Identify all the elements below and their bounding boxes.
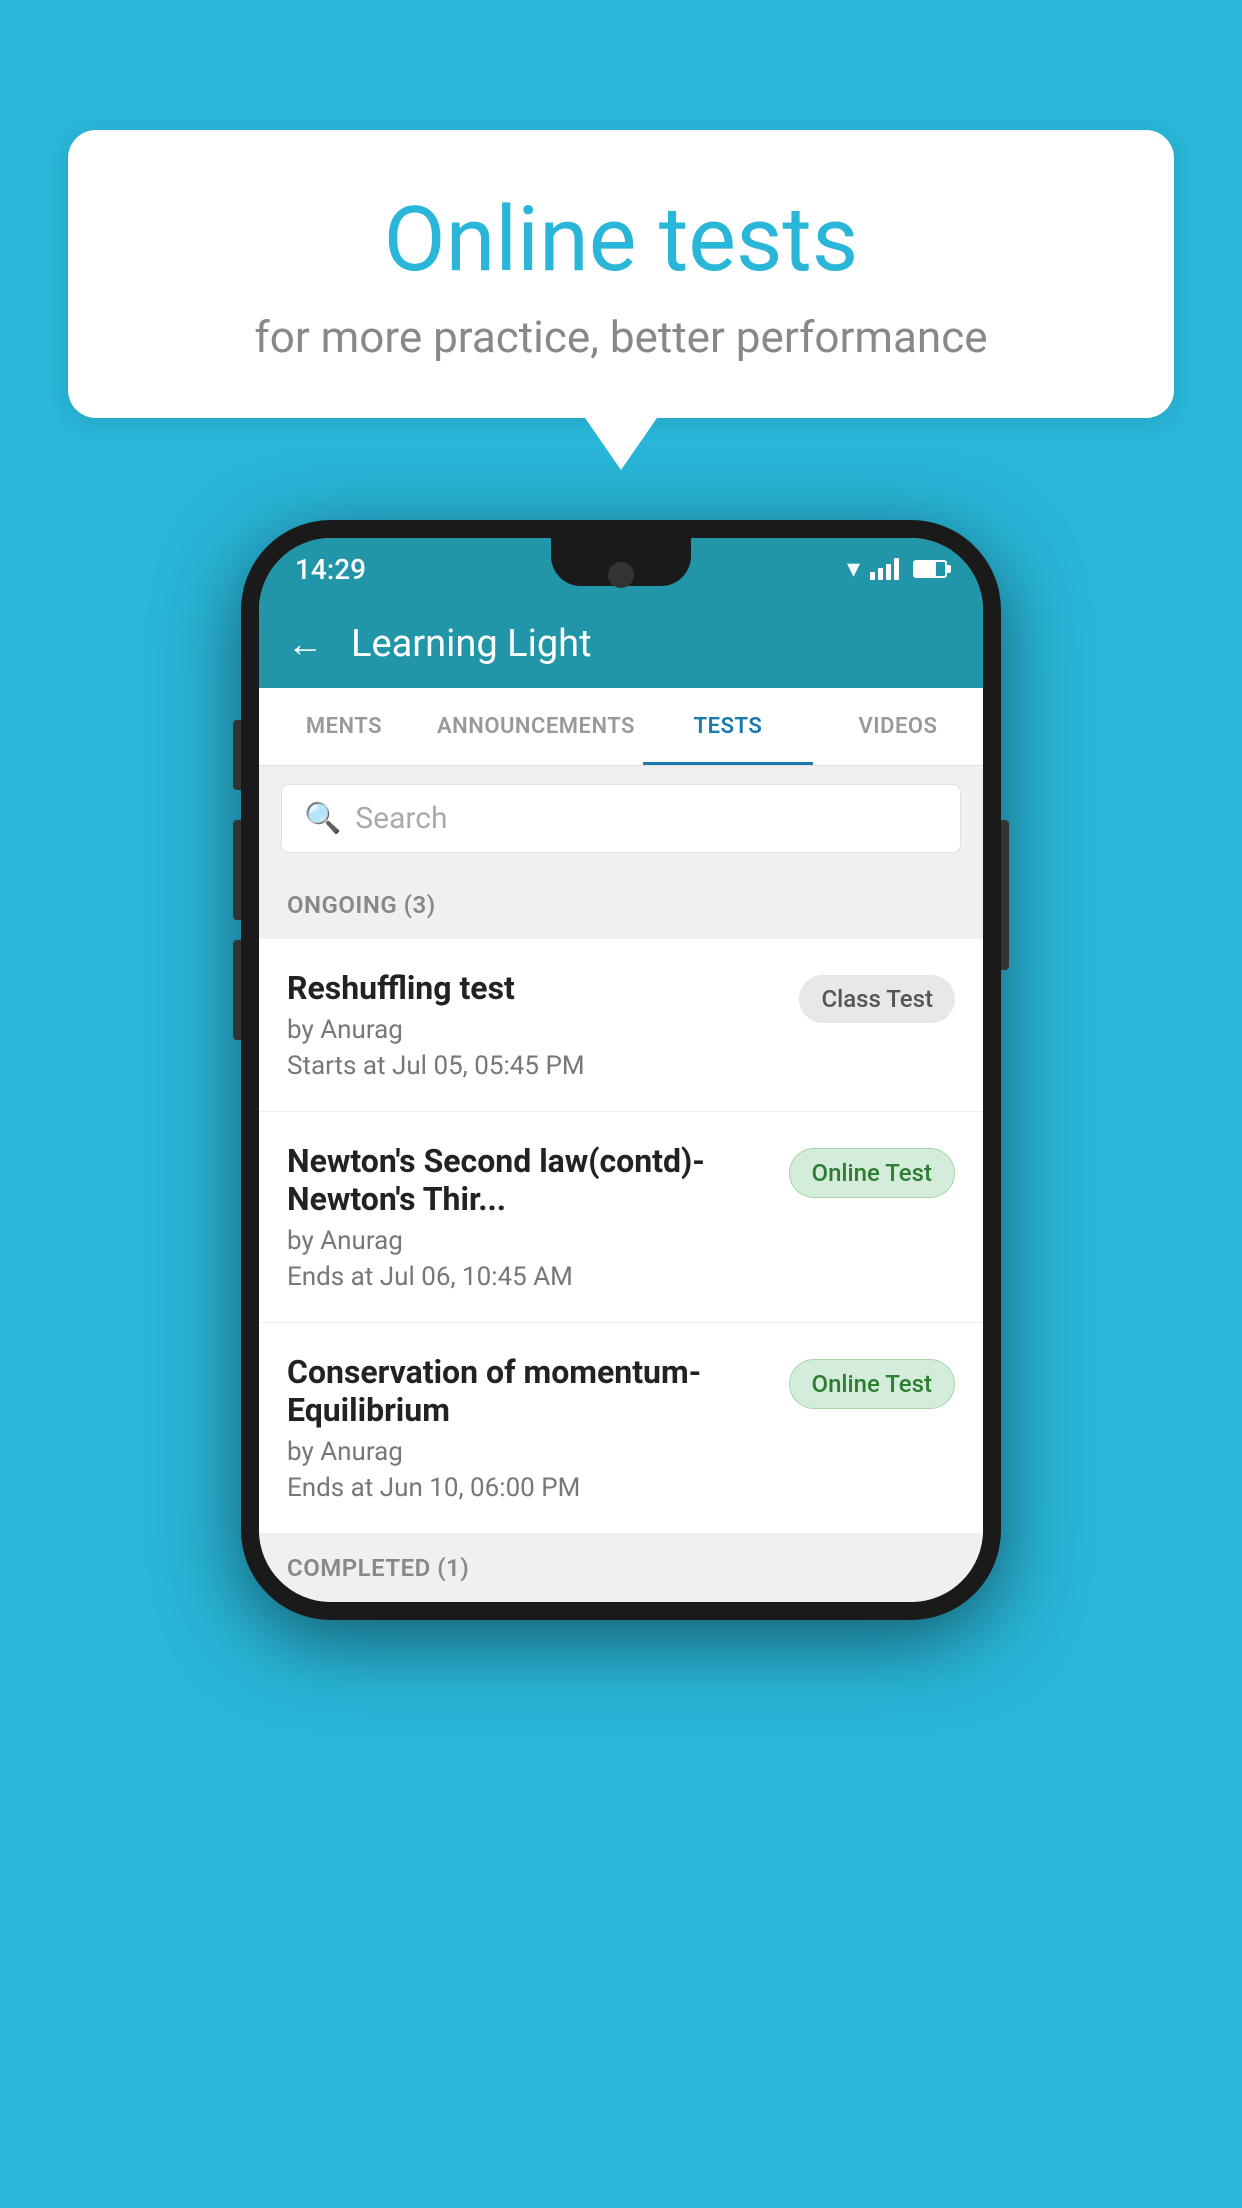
- test-date-reshuffling: Starts at Jul 05, 05:45 PM: [287, 1051, 779, 1081]
- phone-screen: 14:29 ▾: [259, 538, 983, 1602]
- test-badge-newtons: Online Test: [789, 1148, 955, 1198]
- volume-up-button: [233, 720, 241, 790]
- ongoing-section-header: ONGOING (3): [259, 871, 983, 939]
- search-box[interactable]: 🔍 Search: [281, 784, 961, 853]
- test-name-reshuffling: Reshuffling test: [287, 969, 779, 1007]
- phone-notch: [551, 538, 691, 586]
- test-item-conservation[interactable]: Conservation of momentum-Equilibrium by …: [259, 1323, 983, 1534]
- tests-list: Reshuffling test by Anurag Starts at Jul…: [259, 939, 983, 1534]
- test-info-conservation: Conservation of momentum-Equilibrium by …: [287, 1353, 769, 1503]
- test-info-reshuffling: Reshuffling test by Anurag Starts at Jul…: [287, 969, 779, 1081]
- test-name-newtons: Newton's Second law(contd)-Newton's Thir…: [287, 1142, 769, 1218]
- bubble-title: Online tests: [148, 190, 1094, 289]
- speech-bubble-container: Online tests for more practice, better p…: [68, 130, 1174, 418]
- search-icon: 🔍: [304, 801, 341, 836]
- back-button[interactable]: ←: [287, 623, 323, 665]
- test-badge-reshuffling: Class Test: [799, 975, 955, 1023]
- test-author-conservation: by Anurag: [287, 1437, 769, 1467]
- app-header: ← Learning Light: [259, 600, 983, 688]
- speech-bubble: Online tests for more practice, better p…: [68, 130, 1174, 418]
- power-button-left: [233, 940, 241, 1040]
- tab-videos[interactable]: VIDEOS: [813, 688, 983, 765]
- volume-down-button: [233, 820, 241, 920]
- tab-tests[interactable]: TESTS: [643, 688, 813, 765]
- completed-section-header: COMPLETED (1): [259, 1534, 983, 1602]
- test-date-conservation: Ends at Jun 10, 06:00 PM: [287, 1473, 769, 1503]
- app-title: Learning Light: [351, 622, 592, 666]
- tab-ments[interactable]: MENTS: [259, 688, 429, 765]
- front-camera: [608, 562, 634, 588]
- test-item-newtons[interactable]: Newton's Second law(contd)-Newton's Thir…: [259, 1112, 983, 1323]
- tab-announcements[interactable]: ANNOUNCEMENTS: [429, 688, 643, 765]
- phone-mockup: 14:29 ▾: [241, 520, 1001, 1620]
- test-name-conservation: Conservation of momentum-Equilibrium: [287, 1353, 769, 1429]
- test-author-reshuffling: by Anurag: [287, 1015, 779, 1045]
- signal-icon: [870, 558, 899, 580]
- tabs-bar: MENTS ANNOUNCEMENTS TESTS VIDEOS: [259, 688, 983, 766]
- test-date-newtons: Ends at Jul 06, 10:45 AM: [287, 1262, 769, 1292]
- test-item-reshuffling[interactable]: Reshuffling test by Anurag Starts at Jul…: [259, 939, 983, 1112]
- search-input[interactable]: Search: [355, 801, 447, 836]
- search-container: 🔍 Search: [259, 766, 983, 871]
- phone-frame: 14:29 ▾: [241, 520, 1001, 1620]
- bubble-subtitle: for more practice, better performance: [148, 311, 1094, 363]
- test-info-newtons: Newton's Second law(contd)-Newton's Thir…: [287, 1142, 769, 1292]
- wifi-icon: ▾: [847, 554, 860, 584]
- test-badge-conservation: Online Test: [789, 1359, 955, 1409]
- status-time: 14:29: [295, 553, 366, 586]
- status-icons: ▾: [847, 554, 947, 584]
- test-author-newtons: by Anurag: [287, 1226, 769, 1256]
- battery-icon: [913, 560, 947, 578]
- power-button-right: [1001, 820, 1009, 970]
